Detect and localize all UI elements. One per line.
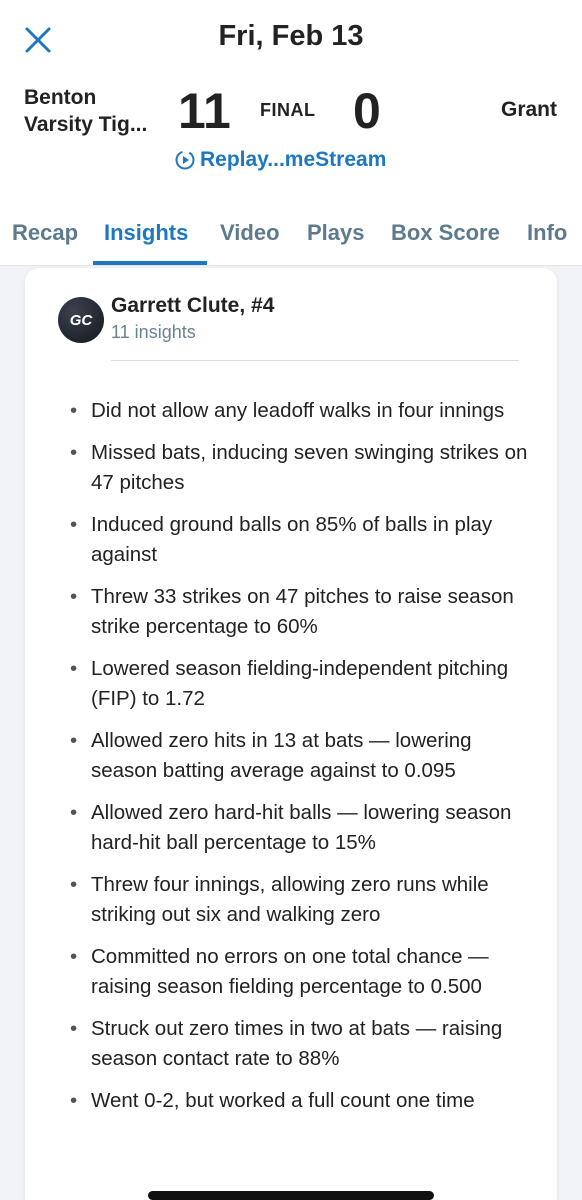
active-tab-indicator xyxy=(93,261,207,265)
home-score: 11 xyxy=(178,83,231,139)
home-team-line1: Benton xyxy=(24,86,97,109)
insights-content: GC Garrett Clute, #4 11 insights Did not… xyxy=(0,266,582,1200)
list-item: Lowered season fielding-independent pitc… xyxy=(70,654,540,714)
tab-box-score[interactable]: Box Score xyxy=(391,220,500,246)
tab-insights[interactable]: Insights xyxy=(104,220,188,246)
game-status: FINAL xyxy=(260,100,316,120)
game-date: Fri, Feb 13 xyxy=(218,20,364,52)
list-item: Went 0-2, but worked a full count one ti… xyxy=(70,1086,540,1116)
away-team-name[interactable]: Grant xyxy=(501,98,557,122)
tab-plays[interactable]: Plays xyxy=(307,220,365,246)
avatar[interactable]: GC xyxy=(58,297,104,343)
list-item: Struck out zero times in two at bats — r… xyxy=(70,1014,540,1074)
list-item: Allowed zero hits in 13 at bats — loweri… xyxy=(70,726,540,786)
divider xyxy=(111,360,519,361)
home-team-name[interactable]: Benton Varsity Tig... xyxy=(24,84,174,138)
list-item: Missed bats, inducing seven swinging str… xyxy=(70,438,540,498)
away-score: 0 xyxy=(353,83,381,139)
replay-link[interactable]: Replay...meStream xyxy=(174,148,386,172)
replay-label: Replay...meStream xyxy=(200,148,387,171)
tab-bar: Recap Insights Video Plays Box Score Inf… xyxy=(0,208,582,266)
scoreboard: Benton Varsity Tig... 11 FINAL 0 Grant R… xyxy=(0,80,582,180)
player-name[interactable]: Garrett Clute, #4 xyxy=(111,294,274,318)
list-item: Threw 33 strikes on 47 pitches to raise … xyxy=(70,582,540,642)
top-bar: Fri, Feb 13 xyxy=(0,0,582,80)
replay-icon xyxy=(175,150,195,170)
insights-list: Did not allow any leadoff walks in four … xyxy=(70,396,540,1128)
home-team-line2: Varsity Tig... xyxy=(24,113,148,136)
player-insights-card: GC Garrett Clute, #4 11 insights Did not… xyxy=(25,268,557,1200)
tab-recap[interactable]: Recap xyxy=(12,220,78,246)
list-item: Committed no errors on one total chance … xyxy=(70,942,540,1002)
list-item: Allowed zero hard-hit balls — lowering s… xyxy=(70,798,540,858)
list-item: Did not allow any leadoff walks in four … xyxy=(70,396,540,426)
home-indicator xyxy=(148,1191,434,1200)
list-item: Induced ground balls on 85% of balls in … xyxy=(70,510,540,570)
tab-video[interactable]: Video xyxy=(220,220,280,246)
list-item: Threw four innings, allowing zero runs w… xyxy=(70,870,540,930)
tab-info[interactable]: Info xyxy=(527,220,567,246)
insight-count: 11 insights xyxy=(111,322,196,342)
